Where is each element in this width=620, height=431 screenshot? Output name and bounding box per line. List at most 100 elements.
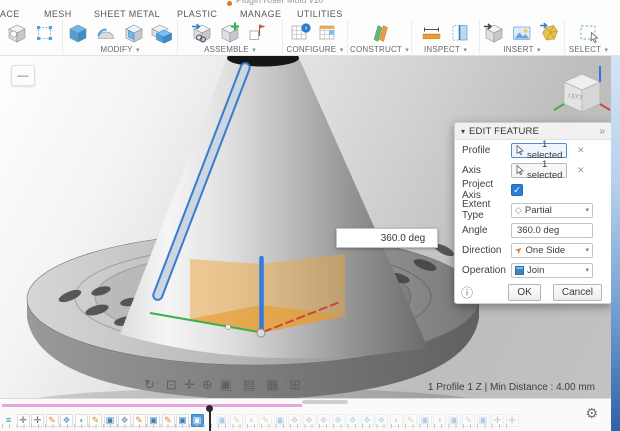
toolbar-group-label-construct[interactable]: CONSTRUCT ▾ [350,45,409,55]
tab-sheet-metal[interactable]: SHEET METAL [94,9,160,19]
operation-value: Join [527,265,544,276]
partial-extent-icon: ◇ [515,205,522,215]
toolbar-group-label-configure[interactable]: CONFIGURE ▾ [287,45,344,55]
info-icon[interactable]: ⓘ [461,284,473,301]
shell-icon[interactable] [121,20,147,45]
derive-icon[interactable] [189,20,215,45]
toolbar-group-assemble: ASSEMBLE ▾ [178,20,283,54]
chevron-down-icon: ▾ [280,376,283,393]
angle-input-overlay: ⋮ [336,228,438,248]
timeline-group-bar [2,404,302,407]
viewcube-y-axis [600,104,610,110]
extent-type-value: Partial [525,205,552,216]
cursor-icon [516,165,524,175]
measure-icon[interactable] [419,20,445,45]
cancel-button[interactable]: Cancel [553,284,602,301]
operation-dropdown[interactable]: Join ▾ [511,263,593,278]
toolbar-group-label-select[interactable]: SELECT ▾ [569,45,608,55]
orbit-icon: ↻ [144,376,155,393]
axis-select-button[interactable]: 1 selected [511,163,567,178]
join-new-icon[interactable] [217,20,243,45]
tab-manage[interactable]: MANAGE [240,9,281,19]
section-icon[interactable] [447,20,473,45]
insert-mesh-icon[interactable] [537,20,563,45]
profile-value: 1 selected [527,139,562,161]
toolbar-group-configure: CONFIGURE ▾ [283,20,348,54]
zoom-button[interactable]: ⊕ [200,376,215,393]
config-insert-icon[interactable] [316,20,342,45]
timeline-scroll-thumb[interactable] [302,400,348,404]
press-pull-icon[interactable] [65,20,91,45]
axis-label: Axis [462,165,511,176]
profile-label: Profile [462,145,511,156]
angle-overlay-input[interactable] [337,229,469,247]
combine-icon[interactable] [149,20,175,45]
fusion-360-window: { "window": { "doc_title": "Plugin Riser… [0,0,620,431]
app-header: Plugin Riser Mold v10 ACE MESH SHEET MET… [0,0,620,56]
form-box-icon[interactable] [32,20,58,45]
planes-icon[interactable] [367,20,393,45]
origin-point[interactable] [257,329,265,337]
expand-icon[interactable]: » [599,126,605,137]
3d-viewport[interactable]: — LEFT ⋮ ↻ ▾⊡✛⊕▣ ▾▤ ▾▦ ▾⊞ ▾ 1 Profile 1 … [0,56,611,398]
chevron-down-icon: ▾ [156,376,159,393]
display-settings-button[interactable]: ▤ ▾ [241,376,261,393]
dialog-footer: ⓘ OK Cancel [455,284,611,301]
chevron-down-icon: ▾ [256,376,259,393]
zoom-window-button[interactable]: ▣ ▾ [218,376,238,393]
display-settings-icon: ▤ [243,376,255,393]
selection-status-text: 1 Profile 1 Z | Min Distance : 4.00 mm [428,382,595,393]
workspace-tabs: ACE MESH SHEET METAL PLASTIC MANAGE UTIL… [0,9,620,20]
timeline-settings-gear-icon[interactable]: ⚙ [585,405,598,422]
ok-button[interactable]: OK [508,284,540,301]
direction-value: One Side [526,245,566,256]
extent-type-label: Extent Type [462,199,511,221]
dialog-header[interactable]: ▾ EDIT FEATURE » [455,123,611,140]
extent-type-dropdown[interactable]: ◇ Partial ▾ [511,203,593,218]
axis-row: Axis 1 selected ✕ [455,160,611,180]
document-title: Plugin Riser Mold v10 [236,0,324,5]
chevron-down-icon: ▾ [585,266,589,274]
toolbar-group-label-insert[interactable]: INSERT ▾ [503,45,540,55]
pan-button[interactable]: ✛ [182,376,197,393]
dome-icon[interactable] [93,20,119,45]
joint-flag-icon[interactable] [245,20,271,45]
browser-panel-toggle[interactable]: — [11,65,35,86]
view-navigation-bar: ↻ ▾⊡✛⊕▣ ▾▤ ▾▦ ▾⊞ ▾ [142,375,307,394]
direction-dropdown[interactable]: ➤ One Side ▾ [511,243,593,258]
tab-surface[interactable]: ACE [0,9,20,19]
tab-plastic[interactable]: PLASTIC [177,9,217,19]
sphere-cube-icon[interactable] [4,20,30,45]
cursor-icon [516,145,524,155]
unsaved-indicator-icon [227,1,232,6]
angle-label: Angle [462,225,511,236]
select-box-icon[interactable] [576,20,602,45]
angle-field[interactable] [511,223,593,238]
profile-clear-icon[interactable]: ✕ [577,145,585,156]
orbit-button[interactable]: ↻ ▾ [142,376,161,393]
grid-layout-icon: ▦ [266,376,278,393]
direction-row: Direction ➤ One Side ▾ [455,240,611,260]
join-operation-icon [515,266,524,275]
look-at-button[interactable]: ⊡ [164,376,179,393]
viewports-button[interactable]: ⊞ ▾ [288,376,307,393]
look-at-icon: ⊡ [166,376,177,393]
toolbar-group-label-modify[interactable]: MODIFY ▾ [100,45,139,55]
angle-row: Angle [455,220,611,240]
profile-row: Profile 1 selected ✕ [455,140,611,160]
toolbar-group-label-assemble[interactable]: ASSEMBLE ▾ [204,45,256,55]
toolbar-group-label-inspect[interactable]: INSPECT ▾ [424,45,467,55]
collapse-icon[interactable]: ▾ [461,127,465,136]
grid-layout-button[interactable]: ▦ ▾ [264,376,284,393]
tab-utilities[interactable]: UTILITIES [297,9,343,19]
insert-derive-icon[interactable] [481,20,507,45]
project-axis-checkbox[interactable]: ✓ [511,184,523,196]
axis-clear-icon[interactable]: ✕ [577,165,585,176]
dialog-title: EDIT FEATURE [469,126,599,137]
viewports-icon: ⊞ [290,376,301,393]
tab-mesh[interactable]: MESH [44,9,72,19]
insert-image-icon[interactable] [509,20,535,45]
one-side-arrow-icon: ➤ [513,244,525,257]
config-table-icon[interactable] [288,20,314,45]
profile-select-button[interactable]: 1 selected [511,143,567,158]
